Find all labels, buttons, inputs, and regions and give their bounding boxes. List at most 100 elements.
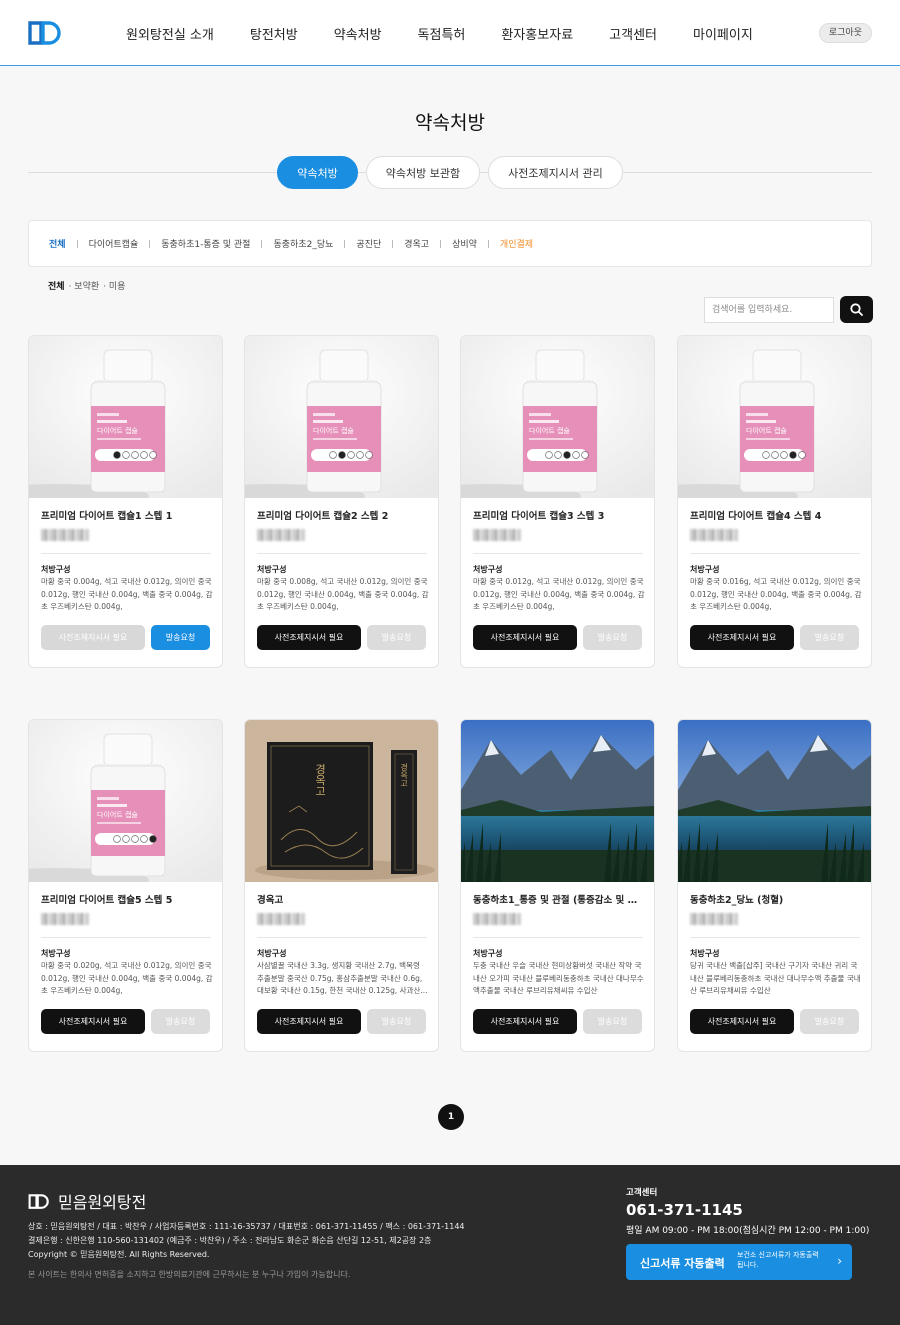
product-card[interactable]: 다이어트 캡슐 프리미엄 다이어트 캡슐5 스텝 5 처방구성 마황 중국 0.… <box>28 719 223 1052</box>
card-divider <box>690 937 860 938</box>
logout-button[interactable]: 로그아웃 <box>818 23 872 43</box>
product-price-blurred <box>690 913 738 925</box>
card-divider <box>257 937 427 938</box>
category-household-medicine[interactable]: 상비약 <box>452 237 477 250</box>
product-price-blurred <box>257 529 305 541</box>
product-card[interactable]: 동충하초1_통증 및 관절 (통증감소 및 유... 처방구성 두충 국내산 우… <box>460 719 655 1052</box>
composition-text: 마황 중국 0.012g, 석고 국내산 0.012g, 의이인 중국 0.01… <box>473 577 645 612</box>
svg-text:다이어트 캡슐: 다이어트 캡슐 <box>529 426 570 435</box>
composition-label: 처방구성 <box>257 949 287 958</box>
product-image-pill-bottle[interactable]: 다이어트 캡슐 <box>245 336 438 498</box>
nav-item-decoction[interactable]: 탕전처방 <box>250 24 298 43</box>
category-gongjindan[interactable]: 공진단 <box>356 237 381 250</box>
tab-preparation-order-management[interactable]: 사전조제지시서 관리 <box>488 156 623 189</box>
product-price-blurred <box>41 529 89 541</box>
product-image-pill-bottle[interactable]: 다이어트 캡슐 <box>678 336 871 498</box>
category-separator <box>261 239 263 248</box>
nav-item-customer-center[interactable]: 고객센터 <box>609 24 657 43</box>
auto-print-documents-button[interactable]: 신고서류 자동출력 보건소 신고서류가 자동출력 됩니다. › <box>626 1244 852 1280</box>
chevron-right-icon: › <box>837 1254 842 1268</box>
nav-item-promise-prescription[interactable]: 약속처방 <box>334 24 382 43</box>
product-image-lake-landscape[interactable] <box>678 720 871 882</box>
category-all[interactable]: 전체 <box>49 237 66 250</box>
preparation-order-required-button[interactable]: 사전조제지시서 필요 <box>257 1009 361 1034</box>
product-name[interactable]: 프리미엄 다이어트 캡슐5 스텝 5 <box>41 892 213 906</box>
category-filter: 전체 다이어트캡슐 동충하초1-통증 및 관절 동충하초2_당뇨 공진단 경옥고… <box>28 220 872 267</box>
composition-label: 처방구성 <box>257 565 287 574</box>
preparation-order-required-button[interactable]: 사전조제지시서 필요 <box>690 625 794 650</box>
send-request-button[interactable]: 발송요청 <box>151 625 210 650</box>
product-image-gyeongokgo-box[interactable]: 경옥고 경옥고 <box>245 720 438 882</box>
send-request-button[interactable]: 발송요청 <box>800 625 859 650</box>
product-card[interactable]: 다이어트 캡슐 프리미엄 다이어트 캡슐4 스텝 4 처방구성 마황 중국 0.… <box>677 335 872 668</box>
preparation-order-required-button[interactable]: 사전조제지시서 필요 <box>473 625 577 650</box>
category-gyeongokgo[interactable]: 경옥고 <box>404 237 429 250</box>
product-name[interactable]: 동충하초2_당뇨 (청혈) <box>690 892 862 906</box>
card-divider <box>473 937 643 938</box>
product-price-blurred <box>41 913 89 925</box>
search-input[interactable] <box>704 297 834 323</box>
sub-filter: 전체 · 보약환 · 미용 <box>48 279 125 292</box>
preparation-order-required-button[interactable]: 사전조제지시서 필요 <box>41 625 145 650</box>
site-footer: 믿음원외탕전 상호 : 믿음원외탕전 / 대표 : 박찬우 / 사업자등록번호 … <box>0 1165 900 1325</box>
preparation-order-required-button[interactable]: 사전조제지시서 필요 <box>473 1009 577 1034</box>
composition-label: 처방구성 <box>690 949 720 958</box>
nav-item-patient-materials[interactable]: 환자홍보자료 <box>501 24 573 43</box>
pagination-page-1[interactable]: 1 <box>438 1104 464 1130</box>
product-card[interactable]: 동충하초2_당뇨 (청혈) 처방구성 당귀 국내산 백출[삽주] 국내산 구기자… <box>677 719 872 1052</box>
category-separator <box>440 239 442 248</box>
send-request-button[interactable]: 발송요청 <box>151 1009 210 1034</box>
product-name[interactable]: 프리미엄 다이어트 캡슐1 스텝 1 <box>41 508 213 522</box>
product-price-blurred <box>690 529 738 541</box>
nav-item-about[interactable]: 원외탕전실 소개 <box>126 24 214 43</box>
subfilter-beauty[interactable]: · 미용 <box>103 279 125 292</box>
send-request-button[interactable]: 발송요청 <box>583 1009 642 1034</box>
nav-item-patents[interactable]: 독점특허 <box>418 24 466 43</box>
composition-text: 마황 중국 0.008g, 석고 국내산 0.012g, 의이인 중국 0.01… <box>257 577 429 612</box>
category-personal-payment[interactable]: 개인결제 <box>500 237 533 250</box>
send-request-button[interactable]: 발송요청 <box>583 625 642 650</box>
preparation-order-required-button[interactable]: 사전조제지시서 필요 <box>41 1009 145 1034</box>
svg-text:다이어트 캡슐: 다이어트 캡슐 <box>313 426 354 435</box>
product-card[interactable]: 다이어트 캡슐 프리미엄 다이어트 캡슐3 스텝 3 처방구성 마황 중국 0.… <box>460 335 655 668</box>
composition-label: 처방구성 <box>690 565 720 574</box>
svg-text:다이어트 캡슐: 다이어트 캡슐 <box>746 426 787 435</box>
send-request-button[interactable]: 발송요청 <box>800 1009 859 1034</box>
send-request-button[interactable]: 발송요청 <box>367 1009 426 1034</box>
nav-item-mypage[interactable]: 마이페이지 <box>693 24 753 43</box>
send-request-button[interactable]: 발송요청 <box>367 625 426 650</box>
product-image-lake-landscape[interactable] <box>461 720 654 882</box>
preparation-order-required-button[interactable]: 사전조제지시서 필요 <box>690 1009 794 1034</box>
subfilter-tonic-pill[interactable]: · 보약환 <box>69 279 100 292</box>
search-button[interactable] <box>840 296 873 323</box>
product-name[interactable]: 동충하초1_통증 및 관절 (통증감소 및 유... <box>473 892 645 906</box>
subfilter-all[interactable]: 전체 <box>48 279 65 292</box>
preparation-order-required-button[interactable]: 사전조제지시서 필요 <box>257 625 361 650</box>
tab-promise-prescription[interactable]: 약속처방 <box>277 156 358 189</box>
svg-text:다이어트 캡슐: 다이어트 캡슐 <box>97 810 138 819</box>
product-name[interactable]: 경옥고 <box>257 892 429 906</box>
footer-logo-icon <box>28 1193 49 1209</box>
site-header: 원외탕전실 소개 탕전처방 약속처방 독점특허 환자홍보자료 고객센터 마이페이… <box>0 0 900 66</box>
product-name[interactable]: 프리미엄 다이어트 캡슐3 스텝 3 <box>473 508 645 522</box>
footer-logo: 믿음원외탕전 <box>28 1189 146 1213</box>
composition-label: 처방구성 <box>473 565 503 574</box>
brand-logo-icon[interactable] <box>28 21 62 45</box>
product-card[interactable]: 경옥고 경옥고 경옥고 처방구성 사삼별꿀 국내산 3.3g, 생지황 국내산 … <box>244 719 439 1052</box>
composition-text: 두충 국내산 우슬 국내산 현미상황버섯 국내산 작약 국내산 오가피 국내산 … <box>473 961 644 996</box>
product-card[interactable]: 다이어트 캡슐 프리미엄 다이어트 캡슐1 스텝 1 처방구성 마황 중국 0.… <box>28 335 223 668</box>
footer-copyright: Copyright © 믿음원외탕전. All Rights Reserved. <box>28 1250 210 1259</box>
product-image-pill-bottle[interactable]: 다이어트 캡슐 <box>29 336 222 498</box>
category-cordyceps-diabetes[interactable]: 동충하초2_당뇨 <box>273 237 333 250</box>
composition-text: 당귀 국내산 백출[삽주] 국내산 구기자 국내산 귀리 국내산 블루베리동충하… <box>690 961 861 996</box>
product-card[interactable]: 다이어트 캡슐 프리미엄 다이어트 캡슐2 스텝 2 처방구성 마황 중국 0.… <box>244 335 439 668</box>
category-diet-capsule[interactable]: 다이어트캡슐 <box>89 237 139 250</box>
product-name[interactable]: 프리미엄 다이어트 캡슐2 스텝 2 <box>257 508 429 522</box>
category-cordyceps-joint[interactable]: 동충하초1-통증 및 관절 <box>161 237 250 250</box>
product-image-pill-bottle[interactable]: 다이어트 캡슐 <box>461 336 654 498</box>
card-divider <box>41 553 211 554</box>
product-name[interactable]: 프리미엄 다이어트 캡슐4 스텝 4 <box>690 508 862 522</box>
product-image-pill-bottle[interactable]: 다이어트 캡슐 <box>29 720 222 882</box>
customer-center-phone[interactable]: 061-371-1145 <box>626 1201 743 1219</box>
tab-prescription-storage[interactable]: 약속처방 보관함 <box>365 156 481 189</box>
